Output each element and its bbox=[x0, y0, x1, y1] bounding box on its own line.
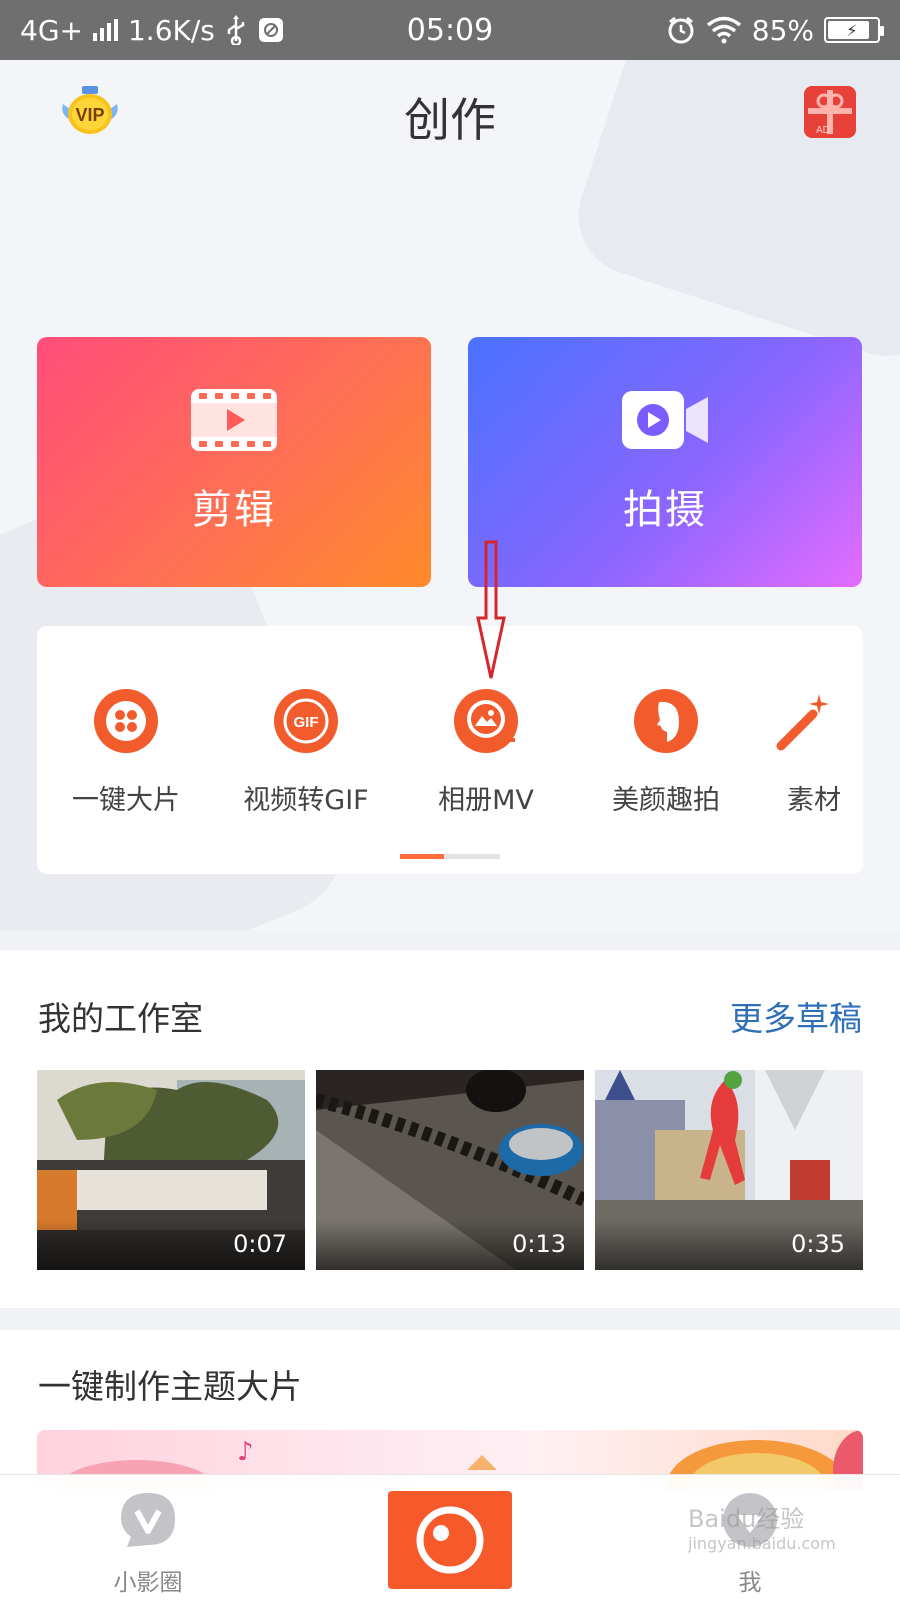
tool-label: 视频转GIF bbox=[243, 785, 369, 816]
shoot-card-button[interactable]: 拍摄 bbox=[468, 337, 862, 587]
tools-page-indicator bbox=[400, 854, 500, 859]
shoot-card-label: 拍摄 bbox=[623, 487, 707, 533]
battery-icon: ⚡ bbox=[824, 17, 884, 43]
theme-title: 一键制作主题大片 bbox=[38, 1367, 302, 1406]
ad-text: AD bbox=[816, 125, 830, 136]
draft-duration: 0:07 bbox=[233, 1230, 287, 1258]
draft-duration: 0:13 bbox=[512, 1230, 566, 1258]
studio-title: 我的工作室 bbox=[38, 999, 203, 1038]
indicator-active bbox=[400, 854, 444, 859]
status-left: 4G+ 1.6K/s bbox=[20, 14, 285, 47]
tool-label: 素材 bbox=[787, 785, 841, 816]
nav-label: 我 bbox=[738, 1570, 762, 1596]
studio-section: 我的工作室 更多草稿 0:07 0:13 0:35 bbox=[0, 950, 900, 1308]
film-strip-icon bbox=[191, 389, 277, 451]
status-right: 85% ⚡ bbox=[666, 13, 884, 47]
charging-icon: ⚡ bbox=[846, 20, 858, 40]
camera-lens-icon bbox=[416, 1506, 484, 1574]
draft-duration: 0:35 bbox=[791, 1230, 845, 1258]
video-camera-icon bbox=[622, 391, 708, 449]
film-reel-icon bbox=[94, 689, 158, 753]
network-speed: 1.6K/s bbox=[127, 13, 215, 47]
gif-icon: GIF bbox=[274, 689, 338, 753]
chat-v-icon bbox=[121, 1493, 175, 1547]
edit-card-button[interactable]: 剪辑 bbox=[37, 337, 431, 587]
camera-capture-button[interactable] bbox=[388, 1491, 512, 1589]
watermark-title: Baidu经验 bbox=[688, 1505, 805, 1533]
red-arrow-annotation bbox=[476, 540, 506, 679]
alarm-icon bbox=[668, 16, 694, 44]
page-title: 创作 bbox=[404, 93, 496, 147]
nav-label: 小影圈 bbox=[113, 1570, 183, 1596]
nav-circle-tab[interactable]: 小影圈 bbox=[88, 1489, 208, 1597]
magic-wand-icon bbox=[776, 694, 829, 751]
gift-icon: AD bbox=[804, 86, 856, 138]
draft-thumbnail[interactable]: 0:13 bbox=[316, 1070, 584, 1270]
signal-icon bbox=[92, 19, 118, 41]
svg-text:♪: ♪ bbox=[237, 1437, 254, 1467]
more-drafts-link[interactable]: 更多草稿 bbox=[730, 992, 862, 1040]
battery-percent: 85% bbox=[751, 13, 814, 47]
tool-album-mv[interactable]: 相册MV bbox=[401, 688, 571, 817]
bottom-nav: 小影圈 我 Baidu经验 jingyan.baidu.com bbox=[0, 1474, 900, 1600]
wifi-icon bbox=[706, 16, 741, 44]
watermark-url: jingyan.baidu.com bbox=[688, 1533, 836, 1553]
beauty-face-icon bbox=[634, 689, 698, 753]
network-type: 4G+ bbox=[20, 13, 83, 47]
status-bar: 4G+ 1.6K/s 05:09 85% ⚡ bbox=[0, 0, 900, 60]
tool-materials[interactable]: 素材 bbox=[755, 688, 863, 817]
draft-thumbnail[interactable]: 0:07 bbox=[37, 1070, 305, 1270]
ad-gift-button[interactable]: AD bbox=[802, 84, 858, 140]
edit-card-label: 剪辑 bbox=[192, 487, 276, 533]
tool-label: 相册MV bbox=[438, 785, 534, 816]
usb-icon bbox=[227, 15, 245, 45]
watermark: Baidu经验 jingyan.baidu.com bbox=[688, 1505, 836, 1553]
draft-thumbnail[interactable]: 0:35 bbox=[595, 1070, 863, 1270]
svg-text:GIF: GIF bbox=[294, 714, 319, 731]
tool-label: 一键大片 bbox=[72, 785, 180, 816]
album-mv-icon bbox=[454, 689, 518, 753]
tool-one-click-film[interactable]: 一键大片 bbox=[41, 688, 211, 817]
tool-video-to-gif[interactable]: GIF 视频转GIF bbox=[221, 688, 391, 817]
app-notification-icon bbox=[258, 18, 283, 42]
tool-label: 美颜趣拍 bbox=[612, 785, 720, 816]
tool-beauty-shot[interactable]: 美颜趣拍 bbox=[581, 688, 751, 817]
quick-tools-panel: 一键大片 GIF 视频转GIF 相册MV 美颜趣拍 素材 bbox=[37, 626, 863, 874]
